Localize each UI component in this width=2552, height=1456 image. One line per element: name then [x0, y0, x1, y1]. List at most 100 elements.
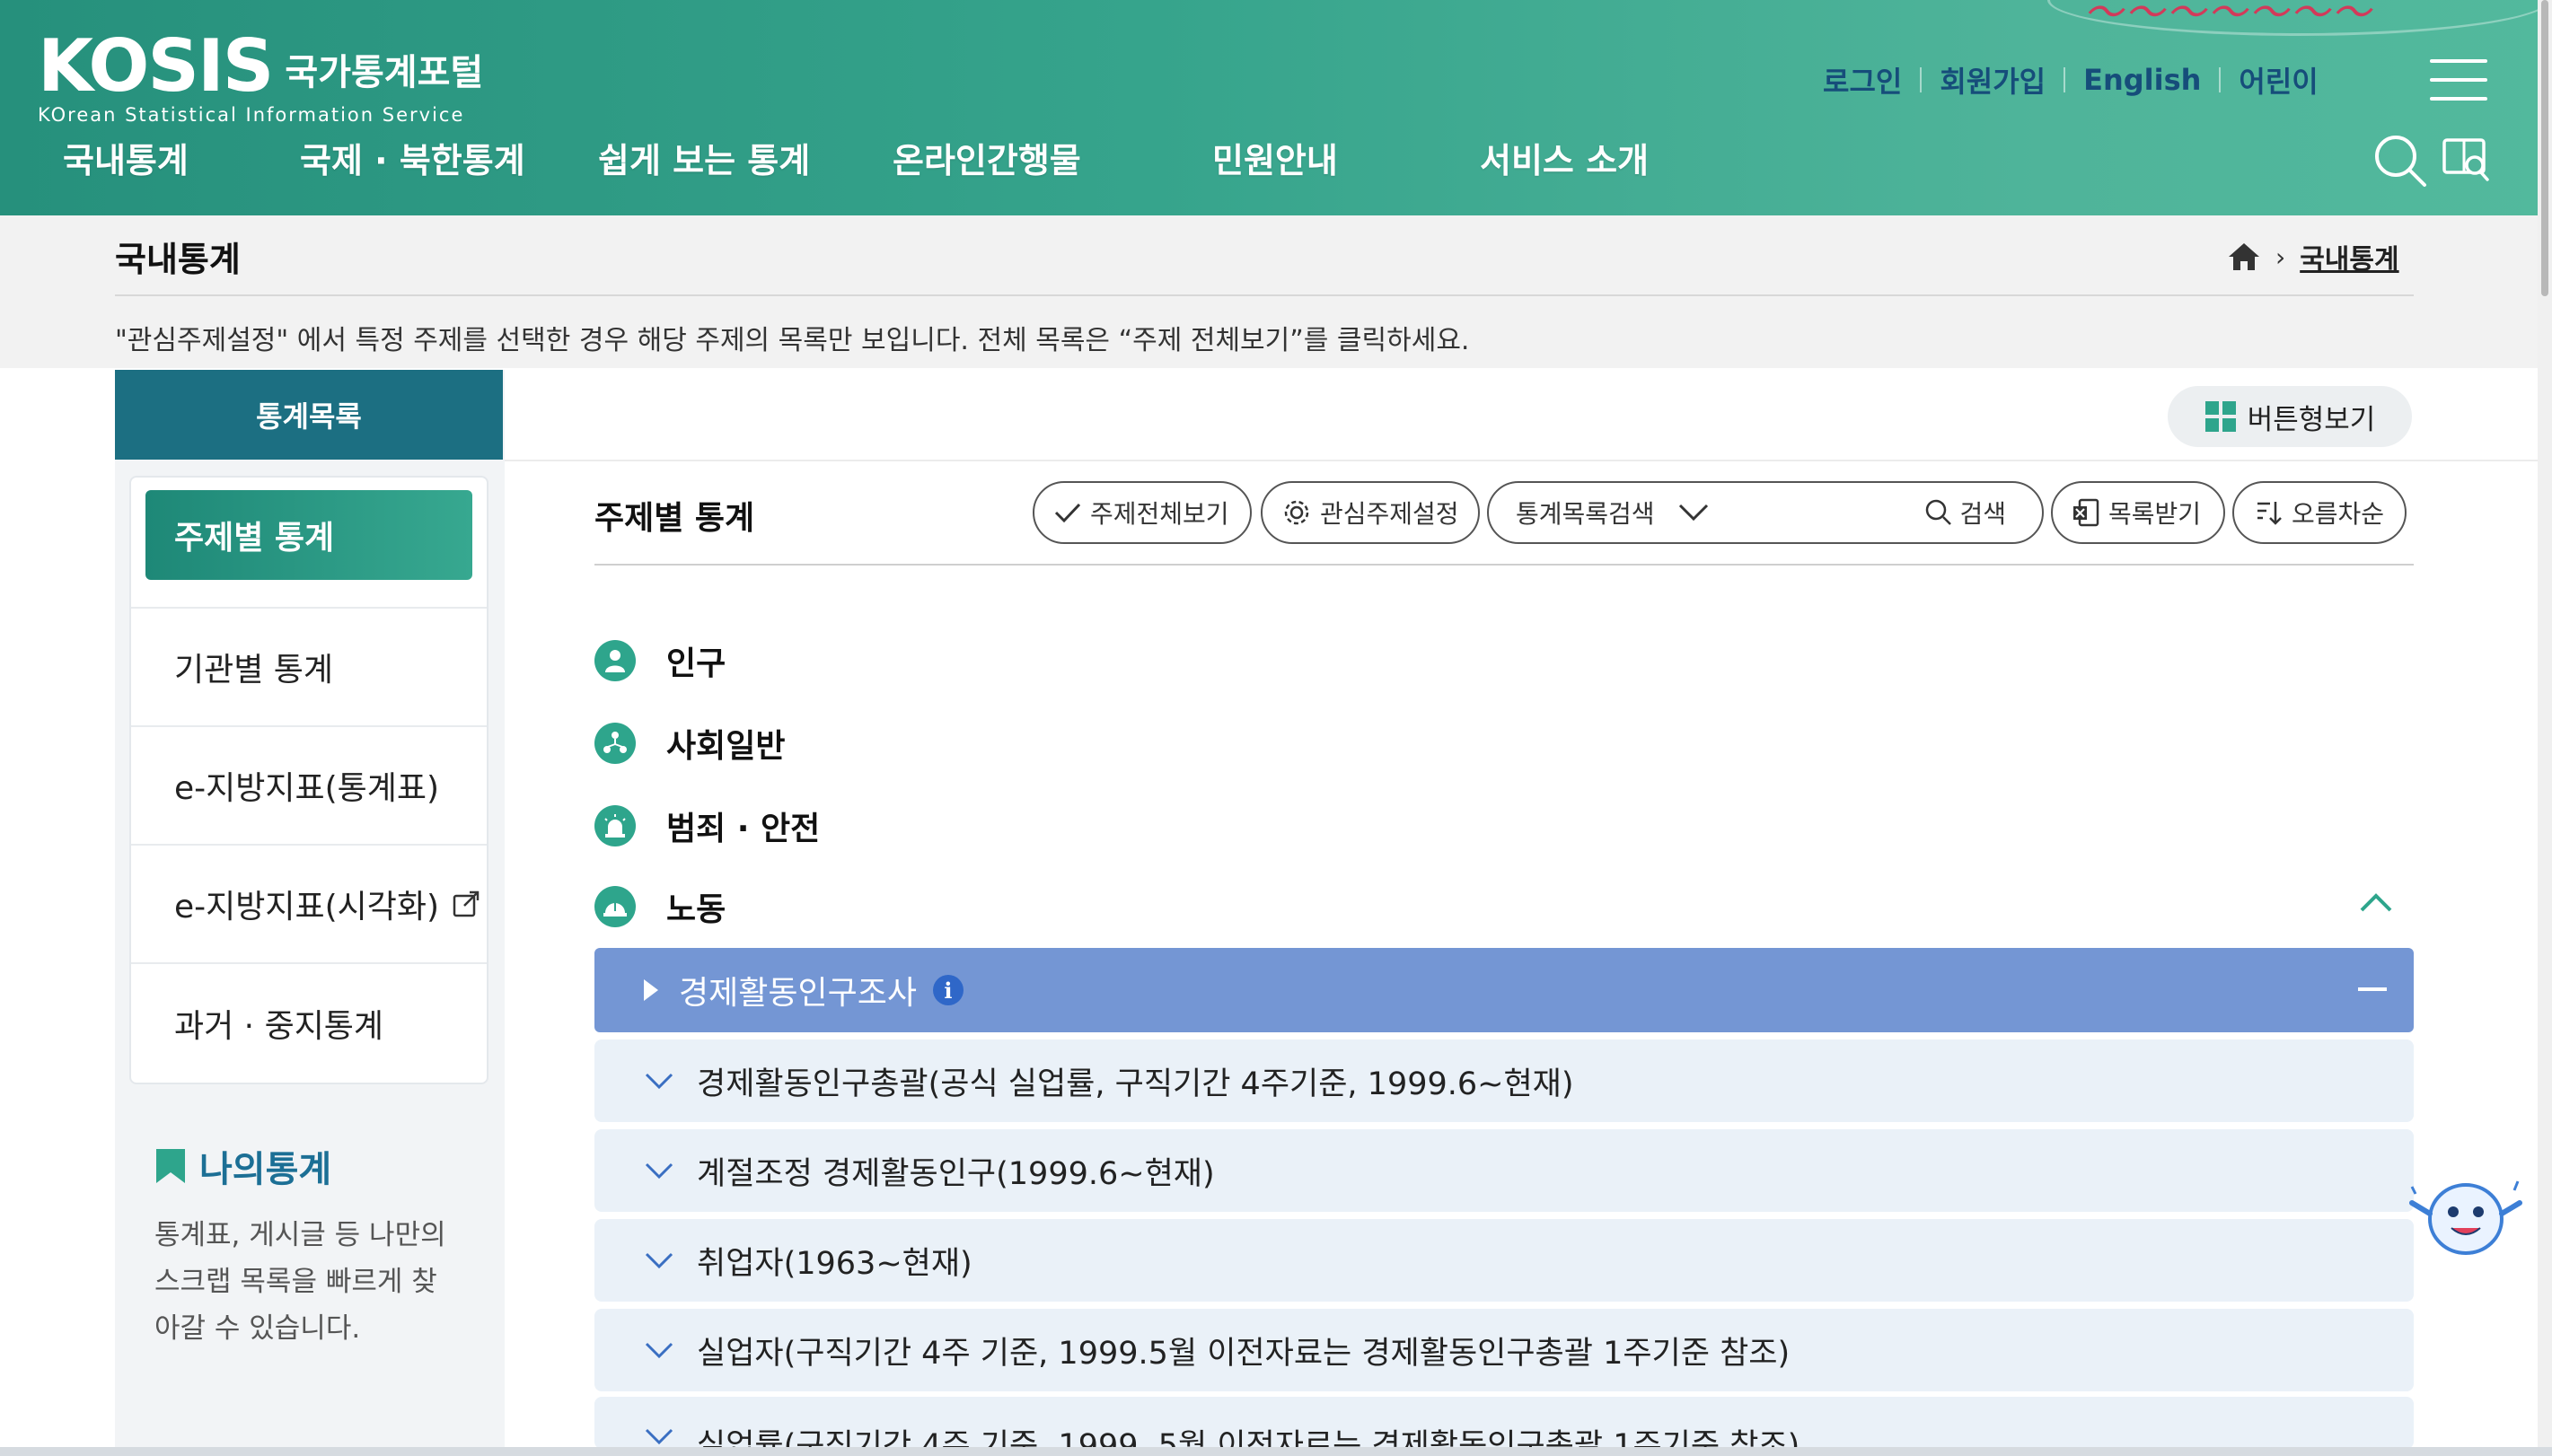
- nav-civil-service[interactable]: 민원안내: [1212, 133, 1338, 182]
- bottom-edge-bar: [0, 1447, 2552, 1456]
- excel-icon: [2073, 498, 2099, 527]
- category-labor[interactable]: 노동: [594, 883, 726, 930]
- nav-domestic-stats[interactable]: 국내통계: [63, 133, 189, 182]
- button-view-toggle[interactable]: 버튼형보기: [2168, 386, 2412, 447]
- chevron-up-icon[interactable]: [2356, 889, 2396, 916]
- logo-kosis-text: KOSIS: [38, 24, 274, 108]
- category-label: 인구: [666, 645, 726, 682]
- category-society[interactable]: 사회일반: [594, 720, 785, 767]
- external-link-icon: [453, 890, 480, 917]
- logo-subtitle: KOrean Statistical Information Service: [38, 104, 465, 126]
- sidebar-item-subject-stats[interactable]: 주제별 통계: [145, 490, 472, 580]
- category-label: 노동: [666, 891, 726, 928]
- search-type-label: 통계목록검색: [1516, 499, 1655, 529]
- bookmark-icon: [156, 1149, 185, 1183]
- my-stats-title[interactable]: 나의통계: [154, 1140, 460, 1192]
- info-icon[interactable]: i: [932, 975, 964, 1005]
- signup-link[interactable]: 회원가입: [1940, 59, 2046, 101]
- section-title: 주제별 통계: [594, 500, 755, 537]
- search-icon: [1926, 499, 1952, 525]
- stats-table-label: 계절조정 경제활동인구(1999.6~현재): [697, 1155, 1215, 1192]
- stats-table-label: 취업자(1963~현재): [697, 1245, 972, 1282]
- interest-setting-label: 관심주제설정: [1320, 499, 1459, 529]
- breadcrumb: › 국내통계: [2227, 237, 2399, 276]
- stats-table-label: 실업자(구직기간 4주 기준, 1999.5월 이전자료는 경제활동인구총괄 1…: [697, 1335, 1791, 1372]
- sort-icon: [2257, 502, 2282, 525]
- chevron-down-icon: [1678, 504, 1708, 522]
- stats-list-search[interactable]: 통계목록검색 검색: [1487, 481, 2044, 544]
- chevron-down-icon: [645, 1252, 673, 1269]
- stats-table-item[interactable]: 계절조정 경제활동인구(1999.6~현재): [594, 1129, 2414, 1212]
- survey-row-economic-activity[interactable]: 경제활동인구조사 i: [594, 948, 2414, 1032]
- chevron-down-icon: [645, 1428, 673, 1445]
- sidebar-item-past-stats[interactable]: 과거 · 중지통계: [131, 964, 487, 1083]
- nav-easy-stats[interactable]: 쉽게 보는 통계: [598, 133, 810, 182]
- sidebar-item-agency-stats[interactable]: 기관별 통계: [131, 609, 487, 727]
- chevron-down-icon: [645, 1073, 673, 1090]
- gear-icon: [1284, 500, 1309, 525]
- sidebar-item-e-local-visual[interactable]: e-지방지표(시각화): [131, 846, 487, 964]
- sidebar-item-label: 과거 · 중지통계: [174, 1008, 384, 1045]
- triangle-right-icon: [644, 979, 658, 1001]
- search-button-label: 검색: [1959, 499, 2006, 529]
- list-download-label: 목록받기: [2108, 499, 2202, 529]
- sidebar-item-label: 주제별 통계: [174, 520, 335, 557]
- stats-table-item[interactable]: 경제활동인구총괄(공식 실업률, 구직기간 4주기준, 1999.6~현재): [594, 1039, 2414, 1122]
- sidebar-item-label: 기관별 통계: [174, 652, 334, 689]
- divider: [2219, 67, 2222, 92]
- view-all-subjects-label: 주제전체보기: [1090, 499, 1229, 529]
- sidebar-item-e-local-table[interactable]: e-지방지표(통계표): [131, 727, 487, 846]
- sort-ascending-button[interactable]: 오름차순: [2232, 481, 2407, 544]
- interest-setting-button[interactable]: 관심주제설정: [1261, 481, 1480, 544]
- society-icon: [594, 723, 636, 764]
- breadcrumb-domestic-stats[interactable]: 국내통계: [2300, 237, 2398, 276]
- divider: [1920, 67, 1923, 92]
- interest-notice-text: "관심주제설정" 에서 특정 주제를 선택한 경우 해당 주제의 목록만 보입니…: [115, 325, 1470, 356]
- chatbot-mascot-icon[interactable]: [2403, 1169, 2529, 1267]
- my-stats-panel: 나의통계 통계표, 게시글 등 나만의 스크랩 목록을 빠르게 찾아갈 수 있습…: [154, 1140, 460, 1352]
- scrollbar-thumb[interactable]: [2541, 0, 2548, 296]
- search-type-select[interactable]: 통계목록검색: [1516, 495, 1709, 531]
- home-icon[interactable]: [2227, 241, 2261, 272]
- stats-table-item[interactable]: 실업자(구직기간 4주 기준, 1999.5월 이전자료는 경제활동인구총괄 1…: [594, 1309, 2414, 1391]
- kids-link[interactable]: 어린이: [2239, 59, 2318, 101]
- check-icon: [1054, 503, 1081, 523]
- nav-online-publications[interactable]: 온라인간행물: [893, 133, 1081, 182]
- hamburger-menu-icon[interactable]: [2430, 59, 2487, 101]
- sidebar-item-wrapper: 주제별 통계: [131, 490, 487, 609]
- sidebar-item-label: e-지방지표(통계표): [174, 770, 440, 807]
- utility-links: 로그인 회원가입 English 어린이: [1823, 59, 2319, 101]
- nav-international-stats[interactable]: 국제 · 북한통계: [300, 133, 525, 182]
- siren-icon: [594, 805, 636, 846]
- view-all-subjects-button[interactable]: 주제전체보기: [1033, 481, 1252, 544]
- category-population[interactable]: 인구: [594, 637, 726, 684]
- site-header: ～～～～～～～ KOSIS 국가통계포털 KOrean Statistical …: [0, 0, 2552, 215]
- category-crime-safety[interactable]: 범죄 · 안전: [594, 803, 820, 849]
- grid-icon: [2204, 401, 2236, 432]
- header-promo-scribble: ～～～～～～～: [2083, 0, 2372, 36]
- sort-ascending-label: 오름차순: [2292, 499, 2385, 529]
- hardhat-icon: [594, 886, 636, 927]
- english-link[interactable]: English: [2083, 63, 2201, 97]
- search-button[interactable]: 검색: [1925, 495, 2006, 531]
- population-icon: [594, 640, 636, 681]
- page-title: 국내통계: [115, 240, 241, 279]
- stats-table-label: 실업률(구직기간 4주 기준, 1999. 5월 이전자료는 경제활동인구총괄 …: [697, 1428, 1800, 1449]
- sidebar-header: 통계목록: [115, 370, 503, 460]
- category-label: 사회일반: [666, 728, 786, 765]
- chevron-down-icon: [645, 1342, 673, 1359]
- stats-table-item[interactable]: 취업자(1963~현재): [594, 1219, 2414, 1302]
- category-label: 범죄 · 안전: [666, 811, 821, 847]
- list-download-button[interactable]: 목록받기: [2051, 481, 2225, 544]
- content-top-divider: [505, 460, 2552, 461]
- breadcrumb-chevron-icon: ›: [2275, 241, 2286, 272]
- login-link[interactable]: 로그인: [1823, 59, 1902, 101]
- kosis-logo[interactable]: KOSIS 국가통계포털 KOrean Statistical Informat…: [38, 24, 483, 127]
- book-search-icon[interactable]: [2441, 135, 2491, 185]
- my-stats-title-text: 나의통계: [199, 1149, 332, 1190]
- nav-service-intro[interactable]: 서비스 소개: [1480, 133, 1649, 182]
- survey-title: 경제활동인구조사: [679, 975, 917, 1012]
- search-icon[interactable]: [2372, 133, 2428, 189]
- stats-table-item[interactable]: 실업률(구직기간 4주 기준, 1999. 5월 이전자료는 경제활동인구총괄 …: [594, 1397, 2414, 1449]
- minus-icon[interactable]: [2358, 987, 2387, 991]
